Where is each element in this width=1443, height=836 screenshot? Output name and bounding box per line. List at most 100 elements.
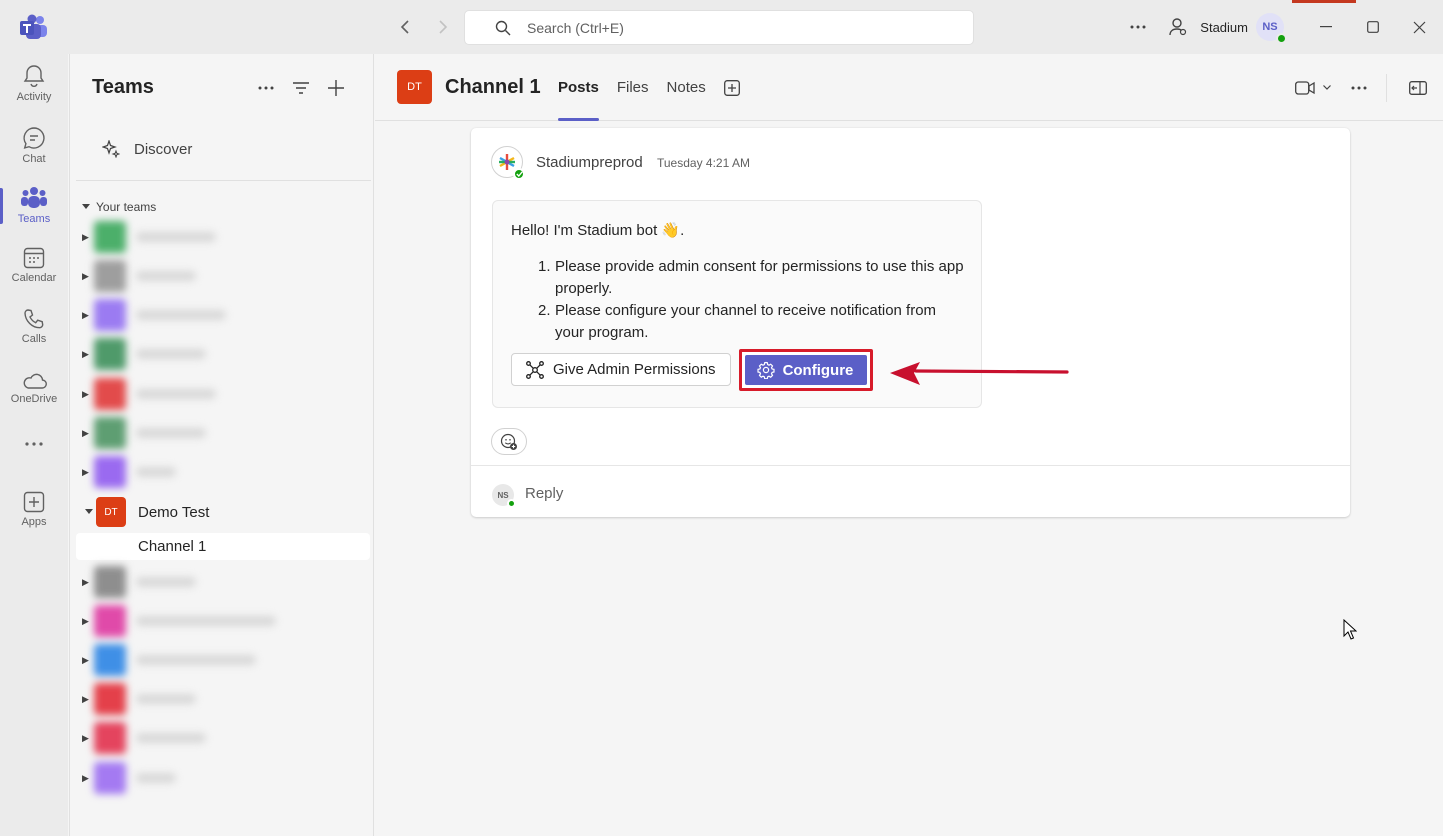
caret-right-icon: ▶	[82, 466, 89, 477]
team-name-redacted	[136, 428, 206, 438]
give-admin-permissions-button[interactable]: Give Admin Permissions	[511, 353, 731, 386]
gear-icon	[756, 361, 775, 379]
configure-button-label: Configure	[782, 361, 854, 379]
video-camera-icon	[1295, 80, 1315, 95]
team-avatar	[94, 683, 126, 715]
discover-label: Discover	[134, 140, 193, 158]
rail-item-apps[interactable]: Apps	[0, 491, 68, 528]
reply-button[interactable]: Reply	[525, 485, 563, 502]
team-item-blurred[interactable]: ▶	[82, 260, 196, 292]
rail-item-activity[interactable]: Activity	[0, 64, 68, 103]
team-avatar	[94, 417, 126, 449]
org-name[interactable]: Stadium	[1200, 20, 1248, 35]
team-item-blurred[interactable]: ▶	[82, 722, 206, 754]
team-item-blurred[interactable]: ▶	[82, 605, 276, 637]
list-item: 2. Please configure your channel to rece…	[511, 300, 966, 344]
chevron-left-icon	[400, 20, 409, 34]
meet-now-button[interactable]	[1288, 54, 1338, 121]
back-button[interactable]	[394, 16, 416, 38]
team-avatar	[94, 221, 126, 253]
title-bar: Stadium NS	[0, 0, 1443, 54]
maximize-button[interactable]	[1349, 0, 1396, 54]
team-item-blurred[interactable]: ▶	[82, 338, 206, 370]
reply-user-avatar: NS	[492, 484, 516, 508]
phone-icon	[24, 309, 44, 329]
header-separator	[1386, 73, 1387, 102]
tab-notes[interactable]: Notes	[667, 54, 706, 121]
tab-files[interactable]: Files	[617, 54, 649, 121]
post-author[interactable]: Stadiumpreprod	[536, 154, 643, 171]
channel-more-button[interactable]	[1338, 54, 1380, 121]
create-team-button[interactable]	[324, 76, 347, 99]
team-item-blurred[interactable]: ▶	[82, 221, 216, 253]
team-avatar	[94, 378, 126, 410]
minimize-button[interactable]	[1302, 0, 1349, 54]
your-teams-header[interactable]: Your teams	[82, 200, 156, 214]
search-input[interactable]	[527, 19, 927, 36]
user-avatar[interactable]: NS	[1256, 13, 1287, 44]
add-tab-button[interactable]	[723, 54, 740, 121]
team-avatar	[94, 644, 126, 676]
team-item-blurred[interactable]: ▶	[82, 566, 196, 598]
bot-avatar[interactable]	[491, 146, 525, 180]
team-item-blurred[interactable]: ▶	[82, 456, 176, 488]
team-item-demo-test[interactable]: DT Demo Test	[82, 497, 209, 527]
caret-right-icon: ▶	[82, 615, 89, 626]
team-item-blurred[interactable]: ▶	[82, 762, 176, 794]
panel-title: Teams	[92, 76, 154, 98]
admin-button-label: Give Admin Permissions	[553, 361, 716, 378]
team-avatar	[94, 566, 126, 598]
caret-right-icon: ▶	[82, 231, 89, 242]
more-options-button[interactable]	[1118, 0, 1158, 54]
forward-button[interactable]	[432, 16, 454, 38]
post-divider	[471, 465, 1350, 466]
search-box[interactable]	[464, 10, 974, 45]
step-text: Please configure your channel to receive…	[555, 302, 937, 341]
team-item-blurred[interactable]: ▶	[82, 683, 196, 715]
user-initials: NS	[1262, 21, 1278, 33]
team-name-redacted	[136, 310, 226, 320]
team-avatar	[94, 299, 126, 331]
add-tab-icon	[723, 79, 740, 96]
rail-label-chat: Chat	[22, 153, 46, 165]
add-reaction-button[interactable]	[491, 428, 527, 455]
team-item-blurred[interactable]: ▶	[82, 378, 216, 410]
rail-item-calls[interactable]: Calls	[0, 308, 68, 345]
team-avatar	[94, 338, 126, 370]
teams-icon	[21, 187, 47, 208]
presence-available-icon	[507, 499, 516, 508]
tab-posts[interactable]: Posts	[558, 54, 599, 121]
configure-button[interactable]: Configure	[744, 355, 868, 385]
channel-header: DT Channel 1 Posts Files Notes	[375, 54, 1443, 121]
more-horizontal-icon	[1351, 86, 1367, 89]
rail-more-apps[interactable]	[0, 442, 68, 446]
maximize-icon	[1366, 21, 1379, 33]
team-item-blurred[interactable]: ▶	[82, 299, 226, 331]
rail-item-chat[interactable]: Chat	[0, 126, 68, 165]
channel-item-channel-1[interactable]: Channel 1	[76, 533, 370, 560]
close-button[interactable]	[1396, 0, 1443, 54]
team-name: Demo Test	[138, 503, 210, 521]
caret-right-icon: ▶	[82, 348, 89, 359]
team-item-blurred[interactable]: ▶	[82, 644, 256, 676]
caret-right-icon: ▶	[82, 427, 89, 438]
configure-highlight: Configure	[738, 349, 874, 391]
team-item-blurred[interactable]: ▶	[82, 417, 206, 449]
people-settings-button[interactable]	[1158, 0, 1198, 54]
filter-button[interactable]	[289, 76, 312, 99]
rail-item-onedrive[interactable]: OneDrive	[0, 372, 68, 405]
team-avatar	[94, 762, 126, 794]
rail-item-calendar[interactable]: Calendar	[0, 247, 68, 284]
panel-more-button[interactable]	[254, 76, 277, 99]
discover-item[interactable]: Discover	[102, 140, 192, 158]
your-teams-label: Your teams	[96, 200, 157, 214]
team-name-redacted	[136, 232, 216, 242]
rail-item-teams[interactable]: Teams	[0, 186, 68, 225]
channel-tabs: Posts Files Notes	[558, 54, 740, 121]
team-avatar	[94, 722, 126, 754]
reply-user-initials: NS	[497, 490, 509, 500]
mouse-cursor-icon	[1343, 619, 1357, 640]
open-pane-button[interactable]	[1393, 54, 1443, 121]
sparkle-icon	[102, 140, 120, 158]
presence-available-icon	[1276, 33, 1287, 44]
